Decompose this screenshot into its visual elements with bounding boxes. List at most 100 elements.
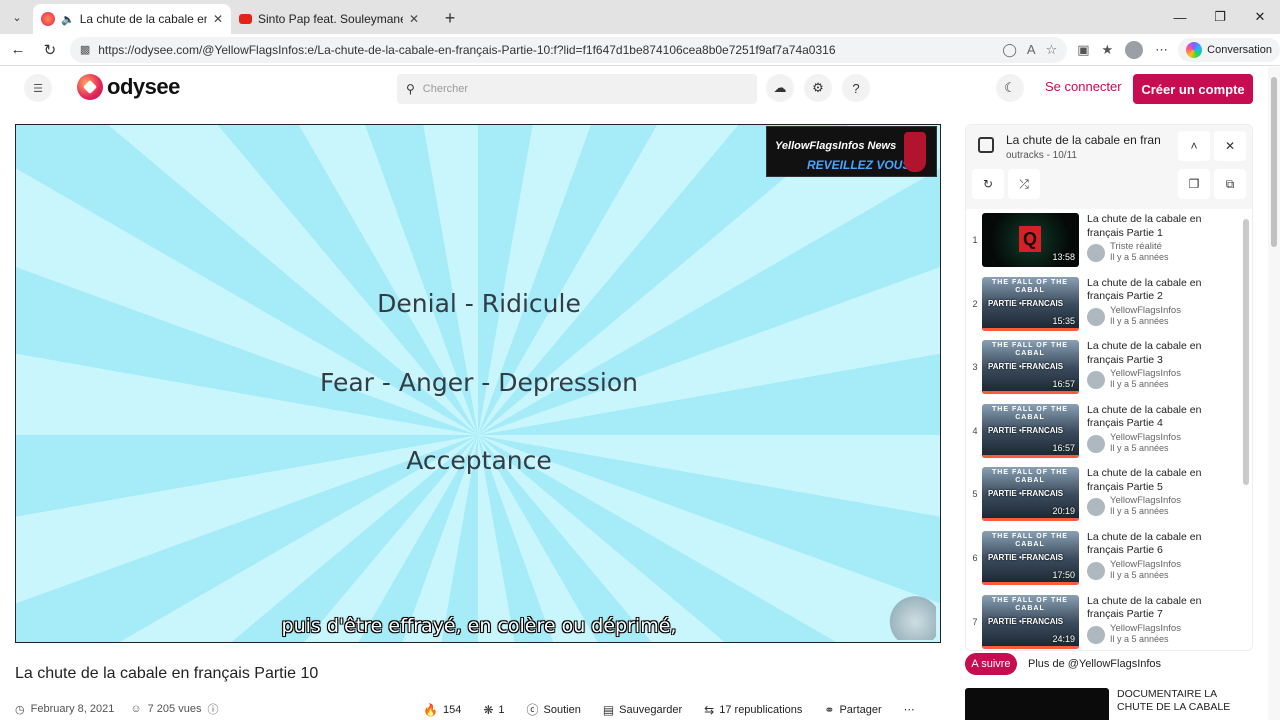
save-button[interactable]: ▤ Sauvegarder xyxy=(603,703,682,717)
item-title[interactable]: La chute de la cabale en français Partie… xyxy=(1087,595,1217,622)
close-playlist-icon[interactable]: ✕ xyxy=(1214,131,1246,161)
channel-avatar[interactable] xyxy=(1087,307,1105,326)
close-window-icon[interactable]: ✕ xyxy=(1240,0,1280,34)
dollar-icon: ⓒ xyxy=(526,703,539,717)
item-title[interactable]: La chute de la cabale en français Partie… xyxy=(1087,404,1217,431)
playlist-scrollbar[interactable] xyxy=(1243,219,1249,485)
sidebar-menu-icon[interactable]: ☰ xyxy=(24,74,52,102)
channel-avatar[interactable] xyxy=(1087,561,1105,580)
playlist-item[interactable]: 6 17:50 La chute de la cabale en françai… xyxy=(966,530,1252,595)
playlist-item[interactable]: 5 20:19 La chute de la cabale en françai… xyxy=(966,467,1252,531)
repost-button[interactable]: ⇆ 17 republications xyxy=(704,703,802,717)
video-thumbnail[interactable]: 20:19 xyxy=(982,467,1079,522)
channel-name[interactable]: Triste réalité xyxy=(1110,241,1162,252)
related-video-title[interactable]: DOCUMENTAIRE LA CHUTE DE LA CABALE xyxy=(1117,688,1247,714)
minimize-icon[interactable]: — xyxy=(1160,0,1200,34)
fire-button[interactable]: 🔥 154 xyxy=(423,703,461,717)
item-title[interactable]: La chute de la cabale en français Partie… xyxy=(1087,531,1217,558)
favorite-star-icon[interactable]: ☆ xyxy=(1046,42,1058,58)
upload-ago: Il y a 5 années xyxy=(1110,442,1169,453)
url-text[interactable]: https://odysee.com/@YellowFlagsInfos:e/L… xyxy=(98,43,1002,57)
video-player[interactable]: Denial - Ridicule Fear - Anger - Depress… xyxy=(15,124,941,643)
signup-button[interactable]: Créer un compte xyxy=(1133,74,1253,104)
more-menu-icon[interactable]: ⋯ xyxy=(1155,42,1168,58)
back-arrow-icon[interactable]: ← xyxy=(4,36,32,64)
upload-ago: Il y a 5 années xyxy=(1110,569,1169,580)
channel-name[interactable]: YellowFlagsInfos xyxy=(1110,559,1181,570)
channel-avatar[interactable] xyxy=(1087,244,1105,262)
more-actions-icon[interactable]: ⋯ xyxy=(904,703,915,716)
shuffle-icon[interactable]: ⤮ xyxy=(1008,169,1040,199)
playlist-item[interactable]: 3 16:57 La chute de la cabale en françai… xyxy=(966,340,1252,404)
favorites-icon[interactable]: ★ xyxy=(1102,42,1114,58)
item-number: 7 xyxy=(972,616,978,627)
close-tab-icon[interactable]: ✕ xyxy=(213,12,223,26)
playlist-item[interactable]: 4 16:57 La chute de la cabale en françai… xyxy=(966,403,1252,468)
channel-avatar[interactable] xyxy=(1087,625,1105,644)
queue-icon[interactable]: ⧉ xyxy=(1214,169,1246,199)
page-scrollbar[interactable] xyxy=(1268,67,1280,720)
read-aloud-icon[interactable]: A xyxy=(1027,42,1036,58)
item-title[interactable]: La chute de la cabale en français Partie… xyxy=(1087,277,1217,304)
site-info-icon[interactable]: ▩ xyxy=(80,43,90,56)
video-thumbnail[interactable]: 16:57 xyxy=(982,340,1079,395)
tab-active[interactable]: 🔈 La chute de la cabale en français Part… xyxy=(33,4,231,34)
page-scrollbar-thumb[interactable] xyxy=(1271,77,1277,247)
zoom-icon[interactable]: ◯ xyxy=(1002,42,1017,58)
upload-ago: Il y a 5 années xyxy=(1110,506,1169,517)
channel-name[interactable]: YellowFlagsInfos xyxy=(1110,432,1181,443)
item-title[interactable]: La chute de la cabale en français Partie… xyxy=(1087,340,1217,367)
playlist-item[interactable]: 7 24:19 La chute de la cabale en françai… xyxy=(966,594,1252,650)
video-thumbnail[interactable]: 17:50 xyxy=(982,530,1079,585)
item-number: 5 xyxy=(972,489,978,500)
odysee-logo[interactable]: odysee xyxy=(77,74,180,100)
video-thumbnail[interactable]: 15:35 xyxy=(982,276,1079,331)
channel-name[interactable]: YellowFlagsInfos xyxy=(1110,368,1181,379)
collapse-chevron-up-icon[interactable]: ˄ xyxy=(1178,131,1210,161)
help-icon[interactable]: ? xyxy=(842,74,870,102)
signin-link[interactable]: Se connecter xyxy=(1045,79,1122,94)
channel-name[interactable]: YellowFlagsInfos xyxy=(1110,623,1181,634)
channel-avatar[interactable] xyxy=(1087,498,1105,517)
upload-icon[interactable]: ☁ xyxy=(766,74,794,102)
search-box[interactable]: ⚲ xyxy=(397,74,757,104)
video-text-line: Fear - Anger - Depression xyxy=(319,368,639,397)
dark-mode-moon-icon[interactable]: ☾ xyxy=(996,74,1024,102)
speaker-icon[interactable]: 🔈 xyxy=(61,13,75,26)
profile-avatar-icon[interactable] xyxy=(1125,40,1144,59)
playlist-item[interactable]: 2 15:35 La chute de la cabale en françai… xyxy=(966,276,1252,341)
search-input[interactable] xyxy=(422,83,723,95)
playlist-title[interactable]: La chute de la cabale en français Partie… xyxy=(1006,133,1160,147)
channel-name[interactable]: YellowFlagsInfos xyxy=(1110,305,1181,316)
loop-icon[interactable]: ↻ xyxy=(972,169,1004,199)
copilot-button[interactable]: Conversation xyxy=(1178,37,1280,62)
channel-avatar[interactable] xyxy=(1087,371,1105,390)
maximize-icon[interactable]: ❐ xyxy=(1200,0,1240,34)
support-button[interactable]: ⓒ Soutien xyxy=(527,701,581,718)
item-title[interactable]: La chute de la cabale en français Partie… xyxy=(1087,213,1217,240)
copy-icon[interactable]: ❐ xyxy=(1178,169,1210,199)
upload-ago: Il y a 5 années xyxy=(1110,315,1169,326)
item-title[interactable]: La chute de la cabale en français Partie… xyxy=(1087,467,1217,494)
channel-name[interactable]: YellowFlagsInfos xyxy=(1110,495,1181,506)
related-video-thumbnail[interactable] xyxy=(965,688,1109,720)
video-thumbnail[interactable]: 13:58 xyxy=(982,213,1079,267)
tab-actions-menu-icon[interactable]: ⌄ xyxy=(5,5,29,29)
extensions-icon[interactable]: ▣ xyxy=(1077,42,1089,58)
video-thumbnail[interactable]: 16:57 xyxy=(982,403,1079,458)
url-bar[interactable]: ▩ https://odysee.com/@YellowFlagsInfos:e… xyxy=(69,36,1068,63)
settings-gear-icon[interactable]: ⚙ xyxy=(804,74,832,102)
video-thumbnail[interactable]: 24:19 xyxy=(982,594,1079,649)
info-icon[interactable]: ⓘ xyxy=(207,701,218,717)
up-next-tab[interactable]: A suivre xyxy=(965,653,1017,675)
new-tab-icon[interactable]: + xyxy=(437,5,463,31)
slime-button[interactable]: ❋ 1 xyxy=(483,703,504,717)
duration: 20:19 xyxy=(1052,506,1075,517)
more-from-channel-tab[interactable]: Plus de @YellowFlagsInfos xyxy=(1028,658,1161,670)
refresh-icon[interactable]: ↻ xyxy=(36,36,64,64)
close-tab-icon[interactable]: ✕ xyxy=(409,12,419,26)
share-button[interactable]: ⚭ Partager xyxy=(824,703,881,717)
channel-avatar[interactable] xyxy=(1087,434,1105,453)
tab-inactive[interactable]: Sinto Pap feat. Souleymane Diamanka ✕ xyxy=(231,4,427,34)
playlist-item[interactable]: 1 13:58 La chute de la cabale en françai… xyxy=(966,213,1252,277)
